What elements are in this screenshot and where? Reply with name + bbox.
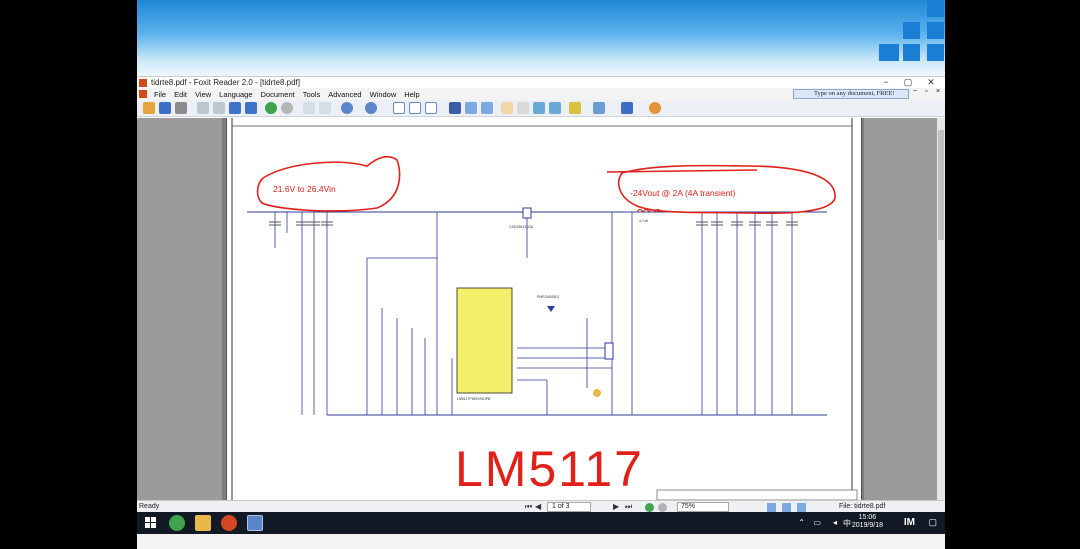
save-icon[interactable] [159, 102, 171, 114]
logo-overlay-icon: IM [903, 517, 915, 528]
first-page-icon[interactable] [197, 102, 209, 114]
windows-start-icon[interactable] [145, 517, 156, 528]
menu-window[interactable]: Window [370, 90, 397, 99]
logo-tiles [879, 0, 945, 64]
photo-frame: tidrte8.pdf - Foxit Reader 2.0 - [tidrte… [0, 0, 1080, 549]
next-page-icon[interactable] [229, 102, 241, 114]
menu-file[interactable]: File [154, 90, 166, 99]
ime-icon[interactable]: 中 [843, 518, 851, 529]
ic-label: LM5117PMHX/NOPB [457, 397, 491, 401]
image-icon[interactable] [549, 102, 561, 114]
typewriter-icon[interactable] [649, 102, 661, 114]
inductor-label: 4.7uH [639, 219, 649, 223]
menu-edit[interactable]: Edit [174, 90, 187, 99]
status-ready: Ready [139, 503, 160, 510]
foxit-app-icon [139, 78, 147, 87]
single-page-view-icon[interactable] [767, 503, 776, 512]
foxit-taskbar-icon[interactable] [247, 515, 263, 531]
scrollbar-thumb[interactable] [938, 130, 944, 240]
monitor-screen: tidrte8.pdf - Foxit Reader 2.0 - [tidrte… [137, 0, 945, 549]
menu-advanced[interactable]: Advanced [328, 90, 361, 99]
menu-tools[interactable]: Tools [303, 90, 321, 99]
document-area: CSD18543Q3A 4.7uH LM5117PMHX/NOPB PMEG40… [137, 118, 945, 501]
continuous-view-icon[interactable] [782, 503, 791, 512]
schematic-drawing: CSD18543Q3A 4.7uH LM5117PMHX/NOPB PMEG40… [231, 118, 858, 501]
desk-edge [137, 534, 945, 549]
toolbar [137, 100, 945, 117]
output-voltage-callout: -24Vout @ 2A (4A transient) [630, 188, 736, 198]
volume-icon[interactable]: ◂ [833, 518, 837, 527]
taskbar-clock[interactable]: 15:06 2019/9/18 [852, 514, 883, 530]
mosfet-label: CSD18543Q3A [509, 225, 534, 229]
clock-date: 2019/9/18 [851, 522, 883, 529]
print-icon[interactable] [175, 102, 187, 114]
facing-view-icon[interactable] [797, 503, 806, 512]
ic-package [456, 287, 513, 394]
zoom-in-icon[interactable] [365, 102, 377, 114]
menu-bar: File Edit View Language Document Tools A… [137, 88, 945, 100]
copy-icon[interactable] [303, 102, 315, 114]
status-forward-icon[interactable] [658, 503, 667, 512]
next-page-nav-icon[interactable]: ▶ [613, 502, 619, 511]
pdf-page: CSD18543Q3A 4.7uH LM5117PMHX/NOPB PMEG40… [226, 118, 862, 501]
tray-chevron-icon[interactable]: ⌃ [798, 518, 805, 527]
continuous-page-icon[interactable] [409, 102, 421, 114]
diode-label: PMEG4005EJ [537, 295, 559, 299]
last-page-icon[interactable] [245, 102, 257, 114]
facing-page-icon[interactable] [425, 102, 437, 114]
menu-language[interactable]: Language [219, 90, 252, 99]
prev-page-nav-icon[interactable]: ◀ [535, 502, 541, 511]
go-back-icon[interactable] [265, 102, 277, 114]
powerpoint-taskbar-icon[interactable] [221, 515, 237, 531]
menu-view[interactable]: View [195, 90, 211, 99]
clock-time: 15:06 [858, 514, 877, 521]
page-margin-right [864, 118, 937, 500]
page-number-input[interactable]: 1 of 3 [547, 502, 591, 512]
arrow-tool-icon[interactable] [621, 102, 633, 114]
status-back-icon[interactable] [645, 503, 654, 512]
zoom-select[interactable]: 75% [677, 502, 729, 512]
single-page-icon[interactable] [393, 102, 405, 114]
doc-restore-button[interactable]: ▫ [925, 88, 927, 95]
prev-page-icon[interactable] [213, 102, 225, 114]
document-icon [139, 90, 147, 98]
taskbar: ⌃ ▭ ◂ 中 15:06 2019/9/18 IM ▢ [137, 512, 945, 534]
input-voltage-callout: 21.6V to 26.4Vin [273, 184, 336, 194]
close-button[interactable]: ✕ [918, 77, 944, 88]
network-icon[interactable]: ▭ [813, 518, 821, 527]
ad-search-box[interactable]: Type on any document, FREE! [793, 89, 909, 99]
hand-tool-icon[interactable] [501, 102, 513, 114]
snapshot-icon[interactable] [533, 102, 545, 114]
notification-icon[interactable]: ▢ [928, 517, 937, 528]
handwritten-part-number: LM5117 [455, 441, 644, 497]
select-arrow-icon[interactable] [569, 102, 581, 114]
doc-minimize-button[interactable]: − [913, 88, 917, 95]
find-icon[interactable] [449, 102, 461, 114]
open-icon[interactable] [143, 102, 155, 114]
thumbnail-panel-icon[interactable] [481, 102, 493, 114]
browser-taskbar-icon[interactable] [169, 515, 185, 531]
window-title: tidrte8.pdf - Foxit Reader 2.0 - [tidrte… [151, 78, 300, 87]
text-select-icon[interactable] [517, 102, 529, 114]
desktop-banner [137, 0, 945, 76]
comment-tool-icon[interactable] [593, 102, 605, 114]
status-file-name: File: tidrte8.pdf [839, 503, 886, 510]
zoom-out-icon[interactable] [341, 102, 353, 114]
go-forward-icon[interactable] [281, 102, 293, 114]
menu-help[interactable]: Help [404, 90, 419, 99]
vertical-scrollbar[interactable] [937, 118, 945, 500]
page-margin-left [137, 118, 222, 500]
foxit-window: tidrte8.pdf - Foxit Reader 2.0 - [tidrte… [137, 76, 945, 513]
title-bar: tidrte8.pdf - Foxit Reader 2.0 - [tidrte… [137, 77, 945, 88]
bookmark-panel-icon[interactable] [465, 102, 477, 114]
paste-icon[interactable] [319, 102, 331, 114]
file-explorer-taskbar-icon[interactable] [195, 515, 211, 531]
doc-close-button[interactable]: × [936, 88, 940, 95]
first-page-nav-icon[interactable]: ⏮ [525, 502, 532, 512]
last-page-nav-icon[interactable]: ⏭ [625, 502, 632, 512]
menu-document[interactable]: Document [261, 90, 295, 99]
